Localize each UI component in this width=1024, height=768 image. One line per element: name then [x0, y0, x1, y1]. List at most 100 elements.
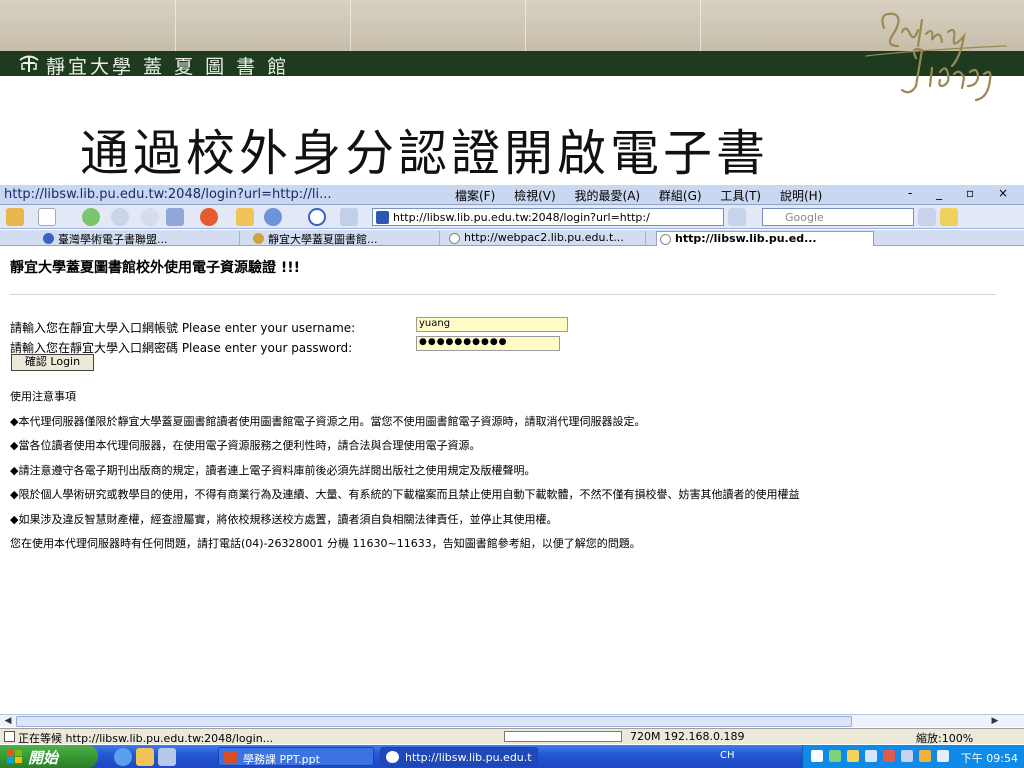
status-bar: 正在等候 http://libsw.lib.pu.edu.tw:2048/log…	[0, 728, 1024, 746]
search-icon[interactable]	[918, 208, 936, 226]
browser-icon	[386, 751, 399, 763]
refresh-icon[interactable]	[166, 208, 184, 226]
taskbar-ppt[interactable]: 學務課 PPT.ppt	[218, 747, 374, 766]
tab-label: http://libsw.lib.pu.ed...	[675, 232, 817, 245]
menu-help[interactable]: 說明(H)	[780, 189, 822, 203]
tab-bar: 臺灣學術電子書聯盟... 靜宜大學蓋夏圖書館... http://webpac2…	[0, 230, 1024, 246]
system-tray: 下午 09:54	[802, 745, 1024, 768]
page-icon	[449, 233, 460, 244]
notes-section: 使用注意事項 ◆本代理伺服器僅限於靜宜大學蓋夏圖書館讀者使用圖書館電子資源之用。…	[10, 385, 799, 557]
notes-title: 使用注意事項	[10, 390, 76, 403]
highlight-icon[interactable]	[940, 208, 958, 226]
username-field[interactable]: yuang	[416, 317, 568, 332]
page-content: 靜宜大學蓋夏圖書館校外使用電子資源驗證 !!! 請輸入您在靜宜大學入口網帳號 P…	[0, 247, 1024, 713]
volume-icon[interactable]	[901, 750, 913, 762]
dropdown-icon[interactable]	[141, 208, 159, 226]
menu-view[interactable]: 檢視(V)	[514, 189, 556, 203]
forward-arrow-icon[interactable]	[111, 208, 129, 226]
note-item: ◆當各位讀者使用本代理伺服器，在使用電子資源服務之便利性時，請合法與合理使用電子…	[10, 439, 481, 452]
status-text: 正在等候 http://libsw.lib.pu.edu.tw:2048/log…	[18, 732, 274, 745]
memory-ip: 720M 192.168.0.189	[630, 730, 745, 743]
go-dropdown-icon[interactable]	[728, 208, 746, 226]
tab-label: http://webpac2.lib.pu.edu.t...	[464, 231, 624, 244]
university-logo-icon	[19, 55, 39, 72]
start-label: 開始	[28, 749, 59, 767]
powerpoint-icon	[224, 751, 237, 763]
page-heading: 靜宜大學蓋夏圖書館校外使用電子資源驗證 !!!	[10, 260, 301, 276]
address-bar[interactable]: http://libsw.lib.pu.edu.tw:2048/login?ur…	[372, 208, 724, 226]
windows-flag-icon	[7, 750, 22, 763]
page-status-icon	[4, 731, 15, 742]
start-button[interactable]: 開始	[0, 745, 98, 768]
stone-seam	[350, 0, 351, 51]
scroll-right-icon[interactable]: ▶	[988, 715, 1002, 727]
slide-title: 通過校外身分認證開啟電子書	[80, 125, 770, 182]
site-icon	[43, 233, 54, 244]
tab-label: 靜宜大學蓋夏圖書館...	[268, 233, 378, 246]
taskbar-browser[interactable]: http://libsw.lib.pu.edu.t	[380, 747, 538, 766]
divider	[10, 294, 996, 295]
password-field[interactable]: ●●●●●●●●●●	[416, 336, 560, 351]
address-text: http://libsw.lib.pu.edu.tw:2048/login?ur…	[393, 211, 650, 224]
home-icon[interactable]	[236, 208, 254, 226]
users-icon[interactable]	[6, 208, 24, 226]
tray-icon[interactable]	[847, 750, 859, 762]
search-input[interactable]: Google	[762, 208, 914, 226]
search-placeholder: Google	[785, 211, 824, 224]
username-label: 請輸入您在靜宜大學入口網帳號 Please enter your usernam…	[10, 321, 356, 335]
login-button[interactable]: 確認 Login	[11, 354, 94, 371]
note-item: ◆請注意遵守各電子期刊出版商的規定，讀者連上電子資料庫前後必須先詳閱出版社之使用…	[10, 463, 536, 477]
window-controls[interactable]: - _ ▫ ×	[908, 186, 1018, 200]
university-name: 靜宜大學 蓋 夏 圖 書 館	[46, 56, 290, 78]
desktop-icon[interactable]	[158, 748, 176, 766]
taskbar-label: http://libsw.lib.pu.edu.t	[405, 751, 532, 764]
tray-icon[interactable]	[811, 750, 823, 762]
stone-seam	[700, 0, 701, 51]
note-item: ◆限於個人學術研究或教學目的使用，不得有商業行為及連續、大量、有系統的下載檔案而…	[10, 488, 800, 501]
site-icon	[253, 233, 264, 244]
tray-icon[interactable]	[829, 750, 841, 762]
note-item: ◆如果涉及違反智慧財產權，經查證屬實，將依校規移送校方處置，讀者須自負相關法律責…	[10, 512, 558, 526]
clock[interactable]: 下午 09:54	[961, 750, 1018, 766]
horizontal-scrollbar[interactable]: ◀ ▶	[0, 714, 1024, 727]
scroll-left-icon[interactable]: ◀	[1, 715, 15, 727]
folder-icon[interactable]	[136, 748, 154, 766]
network-icon[interactable]	[865, 750, 877, 762]
page-icon	[660, 234, 671, 245]
note-item: 您在使用本代理伺服器時有任何問題，請打電話(04)-26328001 分機 11…	[10, 537, 641, 550]
stone-seam	[175, 0, 176, 51]
back-arrow-icon[interactable]	[82, 208, 100, 226]
tab-label: 臺灣學術電子書聯盟...	[58, 233, 168, 246]
tray-icon[interactable]	[883, 750, 895, 762]
menu-groups[interactable]: 群組(G)	[659, 189, 702, 203]
tab-webpac[interactable]: http://webpac2.lib.pu.edu.t...	[446, 231, 646, 246]
note-item: ◆本代理伺服器僅限於靜宜大學蓋夏圖書館讀者使用圖書館電子資源之用。當您不使用圖書…	[10, 414, 646, 428]
library-brand-logo	[856, 6, 1016, 106]
stop-icon[interactable]	[200, 208, 218, 226]
layout-icon[interactable]	[340, 208, 358, 226]
tray-icon[interactable]	[919, 750, 931, 762]
menu-list: 檔案(F) 檢視(V) 我的最愛(A) 群組(G) 工具(T) 說明(H)	[455, 187, 837, 204]
tab-library[interactable]: 靜宜大學蓋夏圖書館...	[250, 231, 440, 246]
tab-ebook-union[interactable]: 臺灣學術電子書聯盟...	[40, 231, 240, 246]
menu-favorites[interactable]: 我的最愛(A)	[575, 189, 641, 203]
language-indicator[interactable]: CH	[720, 750, 735, 761]
history-clock-icon[interactable]	[308, 208, 326, 226]
mail-icon[interactable]	[937, 750, 949, 762]
undo-close-icon[interactable]	[264, 208, 282, 226]
tab-libsw-active[interactable]: http://libsw.lib.pu.ed...	[656, 231, 874, 246]
window-title: http://libsw.lib.pu.edu.tw:2048/login?ur…	[4, 187, 332, 202]
taskbar: 開始 學務課 PPT.ppt http://libsw.lib.pu.edu.t…	[0, 745, 1024, 768]
zoom-level[interactable]: 縮放:100%	[916, 730, 973, 746]
ie-icon[interactable]	[114, 748, 132, 766]
page-icon	[376, 211, 389, 224]
scroll-thumb[interactable]	[16, 716, 852, 727]
new-page-icon[interactable]	[38, 208, 56, 226]
stone-seam	[525, 0, 526, 51]
taskbar-label: 學務課 PPT.ppt	[243, 753, 320, 766]
menu-file[interactable]: 檔案(F)	[455, 189, 495, 203]
menu-tools[interactable]: 工具(T)	[720, 189, 761, 203]
browser-menubar: http://libsw.lib.pu.edu.tw:2048/login?ur…	[0, 185, 1024, 205]
progress-bar	[504, 731, 622, 742]
browser-toolbar: http://libsw.lib.pu.edu.tw:2048/login?ur…	[0, 205, 1024, 229]
